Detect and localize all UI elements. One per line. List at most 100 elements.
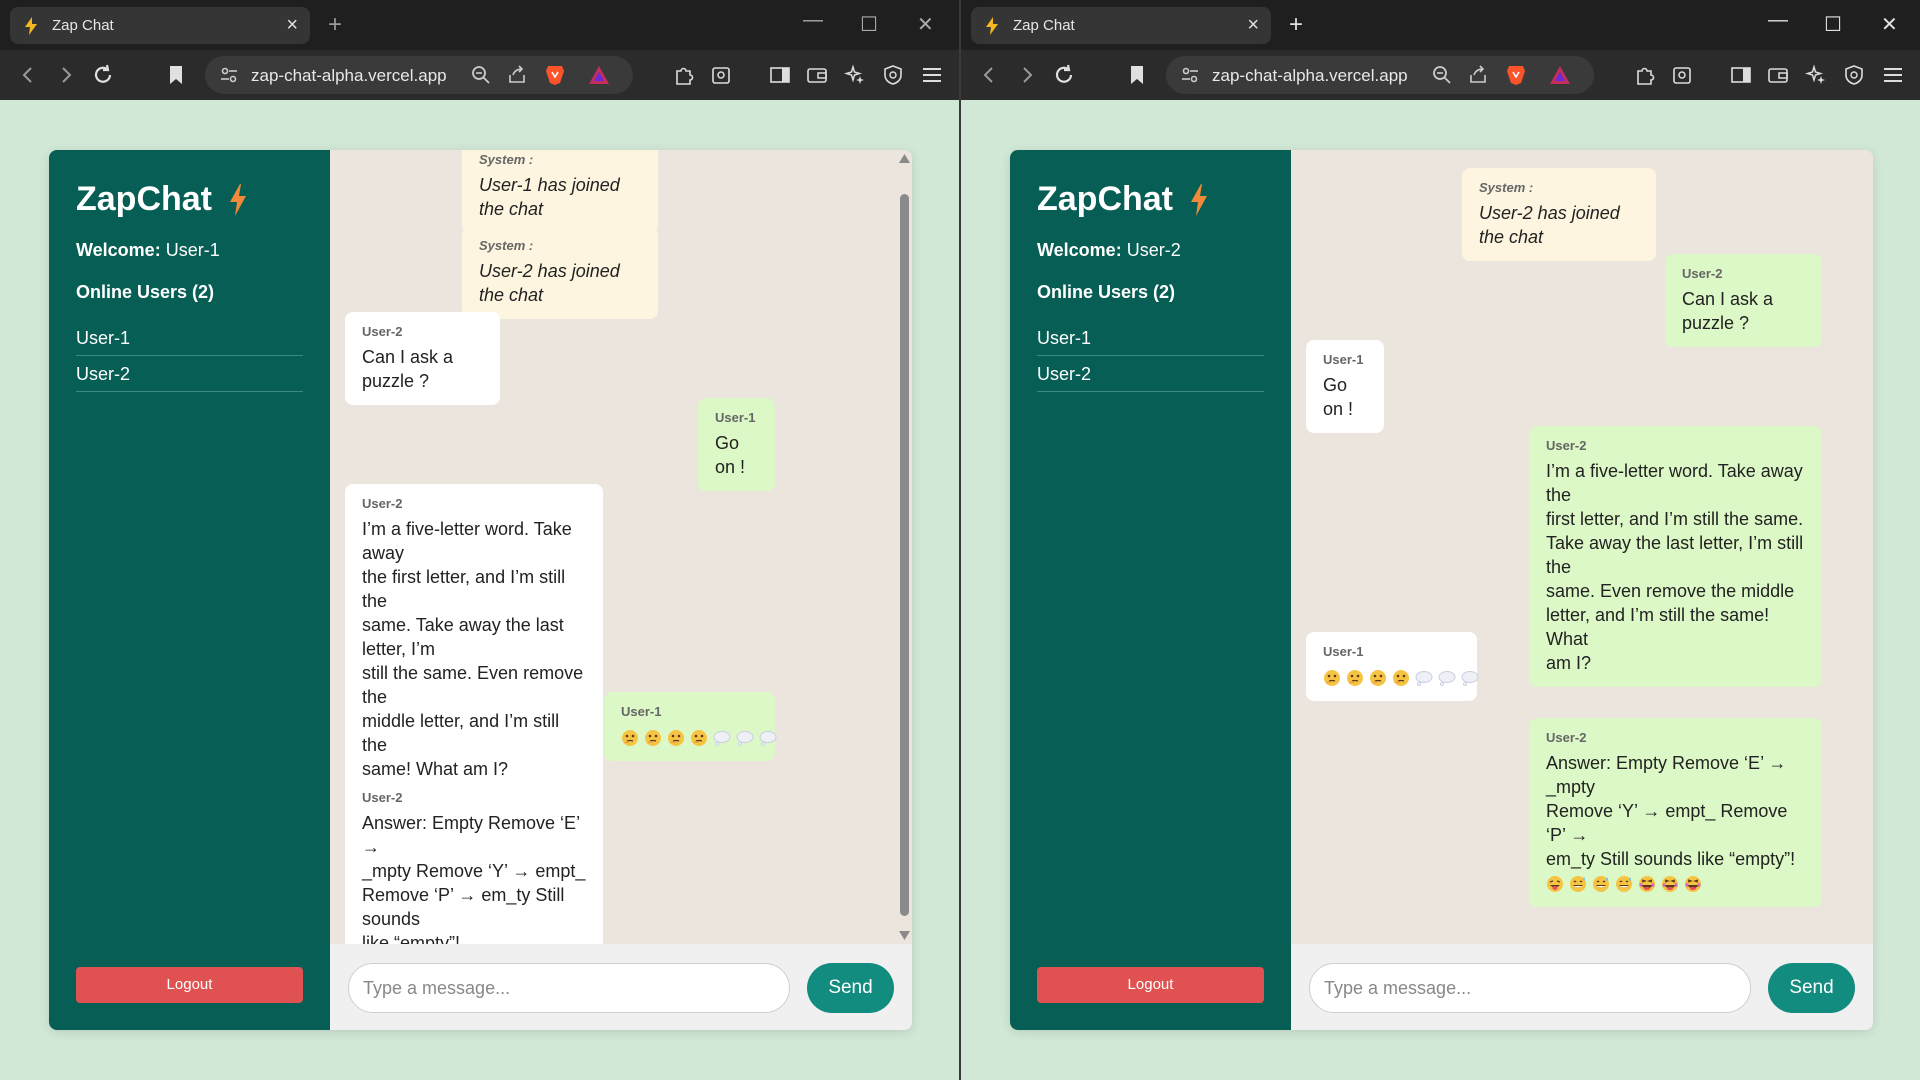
sidebar-toggle-icon[interactable] xyxy=(768,63,792,87)
brand-title: ZapChat xyxy=(1037,180,1173,218)
welcome-label: Welcome: xyxy=(1037,240,1122,260)
lightning-icon xyxy=(228,183,248,216)
brave-shield-icon[interactable] xyxy=(545,64,565,91)
extensions-icon[interactable] xyxy=(1633,63,1657,87)
brave-rewards-icon[interactable] xyxy=(588,65,610,90)
page-content: ZapChat Welcome: User-2 Online Users (2)… xyxy=(961,100,1920,1080)
message-sender: User-1 xyxy=(621,704,662,719)
leo-ai-icon[interactable] xyxy=(843,63,867,87)
message-line: same. Take away the last letter, I’m xyxy=(362,615,564,659)
vpn-icon[interactable] xyxy=(881,63,905,87)
browser-tab[interactable]: Zap Chat × xyxy=(971,7,1271,44)
message-line: letter, and I’m still the same! What xyxy=(1546,605,1770,649)
message-text: User-1 has joined the chat xyxy=(479,175,620,219)
message-list[interactable]: System : User-1 has joined the chat Syst… xyxy=(330,150,912,944)
menu-icon[interactable] xyxy=(1881,63,1905,87)
system-message: System : User-1 has joined the chat xyxy=(462,150,658,233)
zoom-icon[interactable] xyxy=(1432,65,1452,90)
back-icon[interactable] xyxy=(977,63,1001,87)
browser-window-left: Zap Chat × + — ☐ ✕ zap-chat-alpha.vercel… xyxy=(0,0,959,1080)
leo-ai-icon[interactable] xyxy=(1804,63,1828,87)
share-icon[interactable] xyxy=(507,65,527,90)
message-line: I’m a five-letter word. Take away xyxy=(362,519,572,563)
address-bar[interactable]: zap-chat-alpha.vercel.app xyxy=(1166,56,1594,94)
thought-balloon-icon xyxy=(713,731,731,747)
thought-balloon-icon xyxy=(736,731,754,747)
address-bar[interactable]: zap-chat-alpha.vercel.app xyxy=(205,56,633,94)
bookmark-icon[interactable] xyxy=(164,63,188,87)
logout-button[interactable]: Logout xyxy=(76,967,303,1003)
thinking-face-icon xyxy=(1324,670,1340,687)
online-users-heading: Online Users (2) xyxy=(76,282,215,302)
forward-icon[interactable] xyxy=(54,63,78,87)
message-line: the first letter, and I’m still the xyxy=(362,567,566,611)
message-line: Answer: Empty Remove ‘E’ → xyxy=(362,813,580,857)
menu-icon[interactable] xyxy=(920,63,944,87)
chat-app: ZapChat Welcome: User-2 Online Users (2)… xyxy=(1010,150,1873,1030)
site-settings-icon[interactable] xyxy=(219,65,239,90)
url-text: zap-chat-alpha.vercel.app xyxy=(1212,66,1408,85)
message-line: I’m a five-letter word. Take away the xyxy=(1546,461,1803,505)
message-text: Go on ! xyxy=(1323,375,1354,419)
new-tab-button[interactable]: + xyxy=(1289,11,1303,39)
message-line: am I? xyxy=(1546,653,1592,673)
zoom-icon[interactable] xyxy=(471,65,491,90)
sidebar-toggle-icon[interactable] xyxy=(1729,63,1753,87)
minimize-icon[interactable]: — xyxy=(803,9,823,32)
message-input[interactable] xyxy=(348,963,790,1013)
wallet-icon[interactable] xyxy=(805,63,829,87)
forward-icon[interactable] xyxy=(1015,63,1039,87)
brave-shield-icon[interactable] xyxy=(1506,64,1526,91)
close-window-icon[interactable]: ✕ xyxy=(1881,12,1898,37)
message-line: Take away the last letter, I’m still the xyxy=(1546,533,1804,577)
grin-sweat-icon xyxy=(1570,876,1586,893)
wallet-icon[interactable] xyxy=(1766,63,1790,87)
message-sender: System : xyxy=(479,238,534,253)
scroll-thumb[interactable] xyxy=(900,194,909,916)
browser-toolbar: zap-chat-alpha.vercel.app xyxy=(961,50,1920,100)
message-input[interactable] xyxy=(1309,963,1751,1013)
message-sender: User-1 xyxy=(1323,644,1364,659)
message-composer: Send xyxy=(330,944,912,1030)
message-composer: Send xyxy=(1291,944,1873,1030)
maximize-icon[interactable]: ☐ xyxy=(1824,12,1842,37)
message-sender: User-1 xyxy=(1323,352,1364,367)
reload-icon[interactable] xyxy=(91,63,115,87)
scroll-down-icon[interactable] xyxy=(899,931,910,940)
vpn-icon[interactable] xyxy=(1842,63,1866,87)
minimize-icon[interactable]: — xyxy=(1768,9,1788,32)
brave-rewards-icon[interactable] xyxy=(1549,65,1571,90)
user-list-item: User-2 xyxy=(1037,356,1264,392)
message-list[interactable]: System : User-2 has joined the chat User… xyxy=(1291,150,1873,944)
screenshot-icon[interactable] xyxy=(1670,63,1694,87)
bookmark-icon[interactable] xyxy=(1125,63,1149,87)
site-settings-icon[interactable] xyxy=(1180,65,1200,90)
reload-icon[interactable] xyxy=(1052,63,1076,87)
maximize-icon[interactable]: ☐ xyxy=(860,12,878,37)
message-line: middle letter, and I’m still the xyxy=(362,711,560,755)
logout-button[interactable]: Logout xyxy=(1037,967,1264,1003)
send-button[interactable]: Send xyxy=(1768,963,1855,1013)
lightning-icon xyxy=(22,16,40,35)
scrollbar[interactable] xyxy=(896,150,912,944)
outgoing-message: User-2 I’m a five-letter word. Take away… xyxy=(1529,426,1822,687)
share-icon[interactable] xyxy=(1468,65,1488,90)
message-line: Remove ‘Y’ → empt_ Remove ‘P’ → xyxy=(1546,801,1788,845)
scroll-up-icon[interactable] xyxy=(899,154,910,163)
sidebar: ZapChat Welcome: User-1 Online Users (2)… xyxy=(49,150,330,1030)
laughing-face-icon xyxy=(1662,876,1678,893)
new-tab-button[interactable]: + xyxy=(328,11,342,39)
emoji-row xyxy=(621,729,777,747)
close-tab-icon[interactable]: × xyxy=(1247,14,1259,37)
extensions-icon[interactable] xyxy=(672,63,696,87)
system-message: System : User-2 has joined the chat xyxy=(462,226,658,319)
incoming-message: User-2 I’m a five-letter word. Take away… xyxy=(345,484,603,793)
screenshot-icon[interactable] xyxy=(709,63,733,87)
browser-tab[interactable]: Zap Chat × xyxy=(10,7,310,44)
back-icon[interactable] xyxy=(16,63,40,87)
welcome-label: Welcome: xyxy=(76,240,161,260)
send-button[interactable]: Send xyxy=(807,963,894,1013)
close-tab-icon[interactable]: × xyxy=(286,14,298,37)
incoming-message: User-2 Answer: Empty Remove ‘E’ → _mpty … xyxy=(345,778,603,944)
close-window-icon[interactable]: ✕ xyxy=(917,12,934,37)
